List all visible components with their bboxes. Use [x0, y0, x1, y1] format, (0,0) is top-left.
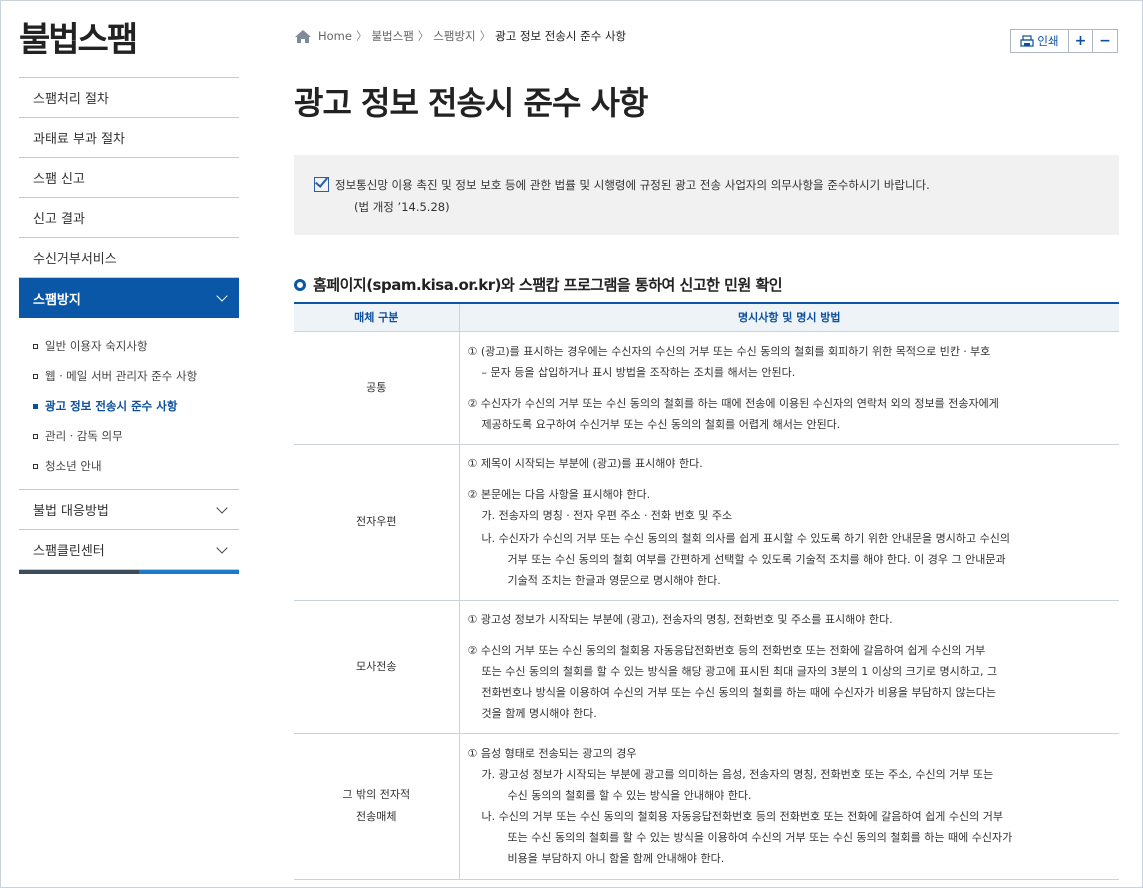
- square-bullet-icon: [33, 403, 38, 409]
- table-cell-description: ① 광고성 정보가 시작되는 부분에 (광고), 전송자의 명칭, 전화번호 및…: [459, 600, 1119, 734]
- sidebar-submenu: 일반 이용자 숙지사항 웹ㆍ메일 서버 관리자 준수 사항 광고 정보 전송시 …: [19, 318, 239, 490]
- sidebar-item-report-result[interactable]: 신고 결과: [19, 198, 239, 238]
- table-row: 공통 ① (광고)를 표시하는 경우에는 수신자의 수신의 거부 또는 수신 동…: [294, 331, 1119, 445]
- notice-box: 정보통신망 이용 촉진 및 정보 보호 등에 관한 법률 및 시행령에 규정된 …: [294, 155, 1119, 235]
- table-cell-description: ① 제목이 시작되는 부분에 (광고)를 표시해야 한다. ② 본문에는 다음 …: [459, 444, 1119, 601]
- circle-bullet-icon: [294, 278, 306, 291]
- subnav-item-server-admin[interactable]: 웹ㆍ메일 서버 관리자 준수 사항: [33, 361, 239, 391]
- table-header-row: 매체 구분 명시사항 및 명시 방법: [294, 302, 1119, 332]
- zoom-out-button[interactable]: −: [1093, 30, 1117, 52]
- table-row: 전자우편 ① 제목이 시작되는 부분에 (광고)를 표시해야 한다. ② 본문에…: [294, 444, 1119, 601]
- subnav-item-ad-transmission[interactable]: 광고 정보 전송시 준수 사항: [33, 391, 239, 421]
- square-bullet-icon: [33, 433, 38, 439]
- breadcrumb-current: 광고 정보 전송시 준수 사항: [495, 29, 627, 43]
- subnav-item-youth-guide[interactable]: 청소년 안내: [33, 451, 239, 481]
- page-title: 광고 정보 전송시 준수 사항: [294, 84, 648, 122]
- table-row: 그 밖의 전자적 전송매체 ① 음성 형태로 전송되는 광고의 경우 가. 광고…: [294, 733, 1119, 880]
- zoom-in-button[interactable]: +: [1069, 30, 1093, 52]
- sidebar-item-fine-procedure[interactable]: 과태료 부과 절차: [19, 118, 239, 158]
- print-button[interactable]: 인쇄: [1011, 30, 1069, 52]
- rules-table: 매체 구분 명시사항 및 명시 방법 공통 ① (광고)를 표시하는 경우에는 …: [294, 302, 1119, 880]
- site-title[interactable]: 불법스팸: [19, 12, 138, 61]
- sidebar-item-spam-report[interactable]: 스팸 신고: [19, 158, 239, 198]
- table-cell-category: 전자우편: [294, 444, 460, 601]
- square-bullet-icon: [33, 343, 38, 349]
- table-row: 모사전송 ① 광고성 정보가 시작되는 부분에 (광고), 전송자의 명칭, 전…: [294, 600, 1119, 734]
- table-cell-description: ① 음성 형태로 전송되는 광고의 경우 가. 광고성 정보가 시작되는 부분에…: [459, 733, 1119, 880]
- table-cell-category: 공통: [294, 331, 460, 445]
- home-icon: [295, 29, 311, 43]
- breadcrumb-separator: 〉: [417, 29, 430, 43]
- sidebar-item-spamclean-center[interactable]: 스팸클린센터: [19, 530, 239, 570]
- breadcrumb: Home 〉 불법스팸 〉 스팸방지 〉 광고 정보 전송시 준수 사항: [294, 28, 626, 44]
- sidebar-item-illegal-response[interactable]: 불법 대응방법: [19, 490, 239, 530]
- sidebar-item-spam-procedure[interactable]: 스팸처리 절차: [19, 78, 239, 118]
- square-bullet-icon: [33, 373, 38, 379]
- breadcrumb-separator: 〉: [355, 29, 368, 43]
- checkbox-icon: [314, 177, 329, 192]
- page-toolbar: 인쇄 + −: [1010, 29, 1118, 53]
- sidebar-item-spam-prevention[interactable]: 스팸방지: [19, 278, 239, 318]
- breadcrumb-illegal-spam[interactable]: 불법스팸: [371, 28, 413, 44]
- breadcrumb-separator: 〉: [479, 29, 492, 43]
- chevron-down-icon: [216, 501, 228, 514]
- table-cell-category: 모사전송: [294, 600, 460, 734]
- sidebar-menu: 스팸처리 절차 과태료 부과 절차 스팸 신고 신고 결과 수신거부서비스 스팸…: [19, 77, 239, 574]
- print-icon: [1020, 35, 1035, 47]
- breadcrumb-spam-prevention[interactable]: 스팸방지: [433, 28, 475, 44]
- table-cell-category: 그 밖의 전자적 전송매체: [294, 733, 460, 880]
- breadcrumb-home[interactable]: Home: [318, 29, 352, 43]
- table-header-method: 명시사항 및 명시 방법: [459, 302, 1119, 332]
- sidebar-bottom-bar: [19, 570, 239, 574]
- subnav-item-supervision[interactable]: 관리ㆍ감독 의무: [33, 421, 239, 451]
- table-header-media: 매체 구분: [294, 302, 460, 332]
- subnav-item-general-user[interactable]: 일반 이용자 숙지사항: [33, 331, 239, 361]
- table-cell-description: ① (광고)를 표시하는 경우에는 수신자의 수신의 거부 또는 수신 동의의 …: [459, 331, 1119, 445]
- notice-text: 정보통신망 이용 촉진 및 정보 보호 등에 관한 법률 및 시행령에 규정된 …: [335, 178, 930, 192]
- chevron-down-icon: [216, 290, 228, 302]
- section-title: 홈페이지(spam.kisa.or.kr)와 스팸캅 프로그램을 통하여 신고한…: [294, 274, 783, 295]
- chevron-down-icon: [216, 541, 228, 554]
- notice-subtext: (법 개정 ’14.5.28): [354, 200, 450, 214]
- square-bullet-icon: [33, 463, 38, 469]
- sidebar-item-reject-service[interactable]: 수신거부서비스: [19, 238, 239, 278]
